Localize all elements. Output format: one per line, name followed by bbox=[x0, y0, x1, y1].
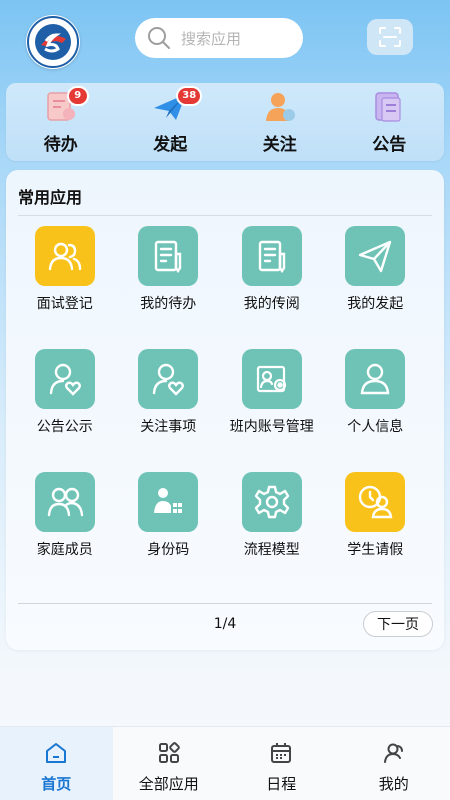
app-class-account-management[interactable]: 班内账号管理 bbox=[220, 349, 324, 472]
search-icon bbox=[148, 27, 170, 49]
app-label: 家庭成员 bbox=[36, 542, 93, 558]
app-announcements[interactable]: 公告公示 bbox=[13, 349, 117, 472]
account-settings-icon bbox=[241, 349, 302, 409]
app-my-circulation[interactable]: 我的传阅 bbox=[220, 226, 324, 349]
app-process-model[interactable]: 流程模型 bbox=[220, 472, 324, 595]
bottom-nav: 首页 全部应用 日程 我的 bbox=[0, 726, 450, 800]
id-code-icon bbox=[138, 472, 199, 532]
app-interview-registration[interactable]: 面试登记 bbox=[13, 226, 117, 349]
send-icon bbox=[345, 226, 406, 286]
quick-label-initiate: 发起 bbox=[153, 134, 188, 155]
app-my-initiated[interactable]: 我的发起 bbox=[324, 226, 428, 349]
app-label: 身份码 bbox=[147, 542, 190, 558]
common-apps-card: 常用应用 面试登记 我的待办 我的传阅 我的发起 公告公示 关注事项 班内账号管… bbox=[6, 170, 444, 650]
quick-item-todo[interactable]: 9 待办 bbox=[21, 85, 101, 155]
quick-item-initiate[interactable]: 38 发起 bbox=[130, 85, 210, 155]
todo-badge: 9 bbox=[66, 85, 89, 106]
app-label: 关注事项 bbox=[140, 419, 197, 435]
quick-item-notice[interactable]: 公告 bbox=[349, 90, 429, 155]
next-page-button[interactable]: 下一页 bbox=[363, 611, 433, 637]
quick-label-follow: 关注 bbox=[262, 134, 297, 155]
nav-label: 首页 bbox=[41, 775, 72, 793]
app-label: 我的待办 bbox=[140, 296, 197, 312]
app-my-todo[interactable]: 我的待办 bbox=[117, 226, 221, 349]
app-personal-info[interactable]: 个人信息 bbox=[324, 349, 428, 472]
app-followed-items[interactable]: 关注事项 bbox=[117, 349, 221, 472]
quick-access-bar: 9 待办 38 发起 关注 公告 bbox=[6, 83, 444, 161]
app-grid: 面试登记 我的待办 我的传阅 我的发起 公告公示 关注事项 班内账号管理 个人信… bbox=[6, 226, 444, 595]
quick-label-notice: 公告 bbox=[372, 134, 407, 155]
app-label: 学生请假 bbox=[347, 542, 404, 558]
apps-icon bbox=[158, 742, 180, 763]
scan-icon bbox=[379, 27, 401, 47]
notice-icon bbox=[375, 91, 401, 122]
app-label: 个人信息 bbox=[347, 419, 404, 435]
scan-button[interactable] bbox=[367, 19, 413, 55]
gear-icon bbox=[241, 472, 302, 532]
user-heart-icon bbox=[138, 349, 199, 409]
family-icon bbox=[34, 472, 95, 532]
divider bbox=[18, 603, 432, 604]
search-input[interactable]: 搜索应用 bbox=[135, 18, 303, 58]
nav-label: 我的 bbox=[378, 775, 409, 793]
nav-item-mine[interactable]: 我的 bbox=[338, 727, 450, 800]
document-edit-icon bbox=[241, 226, 302, 286]
school-logo-icon bbox=[26, 15, 80, 69]
app-identity-code[interactable]: 身份码 bbox=[117, 472, 221, 595]
home-icon bbox=[46, 743, 67, 763]
nav-item-all-apps[interactable]: 全部应用 bbox=[113, 727, 226, 800]
interview-icon bbox=[34, 226, 95, 286]
divider bbox=[18, 215, 432, 216]
profile-icon bbox=[383, 743, 403, 763]
quick-label-todo: 待办 bbox=[43, 134, 78, 155]
student-leave-icon bbox=[345, 472, 406, 532]
app-label: 面试登记 bbox=[36, 296, 93, 312]
person-icon bbox=[345, 349, 406, 409]
search-placeholder: 搜索应用 bbox=[181, 29, 242, 48]
nav-label: 日程 bbox=[266, 775, 297, 793]
app-label: 我的传阅 bbox=[243, 296, 300, 312]
user-heart-icon bbox=[34, 349, 95, 409]
quick-item-follow[interactable]: 关注 bbox=[240, 90, 320, 155]
app-label: 我的发起 bbox=[347, 296, 404, 312]
card-title: 常用应用 bbox=[18, 188, 83, 207]
app-label: 班内账号管理 bbox=[229, 419, 314, 435]
calendar-icon bbox=[271, 743, 292, 763]
document-edit-icon bbox=[138, 226, 199, 286]
app-family-members[interactable]: 家庭成员 bbox=[13, 472, 117, 595]
nav-item-schedule[interactable]: 日程 bbox=[225, 727, 338, 800]
follow-icon bbox=[265, 92, 295, 121]
app-student-leave[interactable]: 学生请假 bbox=[324, 472, 428, 595]
app-label: 公告公示 bbox=[36, 419, 93, 435]
nav-item-home[interactable]: 首页 bbox=[0, 727, 113, 800]
app-label: 流程模型 bbox=[243, 542, 300, 558]
nav-label: 全部应用 bbox=[138, 775, 199, 793]
initiate-badge: 38 bbox=[176, 85, 203, 106]
